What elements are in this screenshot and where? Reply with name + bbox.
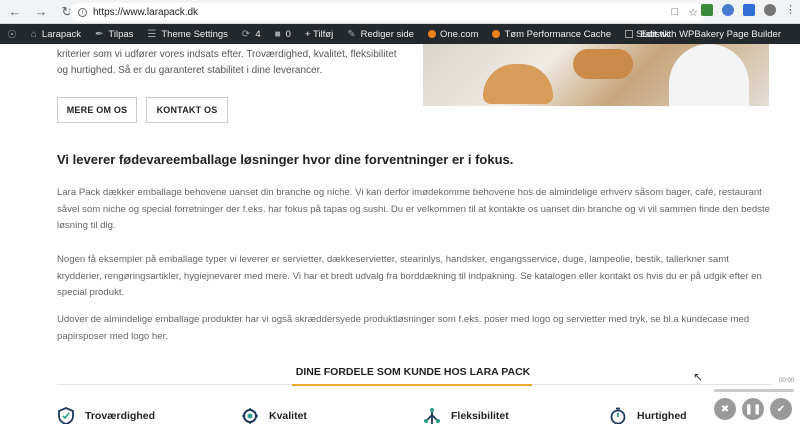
- recorder-cancel-button[interactable]: ✖: [714, 398, 736, 420]
- extension-blue-icon[interactable]: [722, 3, 734, 16]
- theme-settings-link[interactable]: ☰ Theme Settings: [140, 24, 235, 44]
- bread-shape: [483, 64, 553, 104]
- comments-link[interactable]: ■ 0: [268, 24, 298, 44]
- feature-speed: Hurtighed: [609, 407, 687, 424]
- extension-green-icon[interactable]: [701, 3, 713, 16]
- paragraph-branches: Lara Pack dækker emballage behovene uans…: [57, 187, 770, 231]
- broken-image-icon: [625, 30, 634, 38]
- comment-icon: ■: [274, 28, 281, 40]
- wp-admin-bar: ☉ ⌂ Larapack ✒ Tilpas ☰ Theme Settings ⟳ 4 ■…: [0, 24, 800, 44]
- updates-link[interactable]: ⟳ 4: [235, 24, 268, 44]
- home-icon: ⌂: [30, 28, 37, 40]
- contact-us-button[interactable]: KONTAKT OS: [146, 97, 228, 123]
- clear-cache-link[interactable]: Tøm Performance Cache: [485, 24, 618, 44]
- feature-quality: Kvalitet: [241, 407, 307, 424]
- wp-logo-icon[interactable]: ☉: [0, 24, 24, 44]
- person-shape: [669, 44, 749, 106]
- benefits-title: DINE FORDELE SOM KUNDE HOS LARA PACK: [295, 366, 531, 378]
- menu-icon[interactable]: ⋮: [785, 3, 796, 16]
- info-icon[interactable]: i: [78, 7, 87, 17]
- page-content: kriterier som vi udfører vores indsats e…: [0, 44, 800, 424]
- profile-avatar[interactable]: [764, 3, 776, 16]
- flexibility-icon: [423, 407, 441, 424]
- bread-shape: [573, 49, 633, 79]
- paragraph-examples: Nogen få eksempler på emballage typer vi…: [57, 254, 762, 298]
- onecom-link[interactable]: One.com: [421, 24, 486, 44]
- bakery-hero-image: [423, 44, 769, 106]
- customize-link[interactable]: ✒ Tilpas: [88, 24, 140, 44]
- back-icon[interactable]: ←: [4, 1, 26, 23]
- edit-page-link[interactable]: ✎ Rediger side: [340, 24, 421, 44]
- url-text: https://www.larapack.dk: [93, 6, 199, 18]
- onecom-icon: [427, 30, 436, 38]
- shield-icon: [57, 407, 75, 424]
- mouse-cursor-icon: ↖: [693, 370, 704, 384]
- address-bar[interactable]: i https://www.larapack.dk □ ☆: [70, 3, 706, 21]
- recorder-progress: [714, 389, 794, 392]
- recorder-time: 00:00: [778, 378, 794, 384]
- translate-icon[interactable]: □: [671, 6, 678, 18]
- new-content-link[interactable]: + Tilføj: [298, 24, 340, 44]
- pencil-icon: ✎: [347, 28, 356, 40]
- site-link[interactable]: ⌂ Larapack: [24, 24, 88, 44]
- feature-flexibility: Fleksibilitet: [423, 407, 509, 424]
- divider-accent: [292, 384, 532, 386]
- brush-icon: ✒: [95, 28, 104, 40]
- forward-icon[interactable]: →: [30, 1, 52, 23]
- paragraph-custom: Udover de almindelige emballage produkte…: [57, 314, 750, 342]
- extension-blue2-icon[interactable]: [743, 3, 755, 16]
- feature-trustworthiness: Troværdighed: [57, 407, 155, 424]
- stopwatch-icon: [609, 407, 627, 424]
- section-heading: Vi leverer fødevareemballage løsninger h…: [57, 152, 514, 167]
- intro-text: kriterier som vi udfører vores indsats e…: [57, 49, 397, 76]
- settings-icon: ☰: [147, 28, 157, 40]
- recorder-pause-button[interactable]: ❚❚: [742, 398, 764, 420]
- about-us-button[interactable]: MERE OM OS: [57, 97, 137, 123]
- updates-icon: ⟳: [241, 28, 251, 40]
- bookmark-star-icon[interactable]: ☆: [688, 6, 698, 19]
- browser-toolbar: ← → ↻ i https://www.larapack.dk □ ☆ ⋮: [0, 0, 800, 24]
- recorder-done-button[interactable]: ✔: [770, 398, 792, 420]
- cache-icon: [492, 30, 501, 38]
- wpbakery-link[interactable]: Edit with WPBakery Page Builder: [634, 24, 788, 44]
- medal-icon: [241, 407, 259, 424]
